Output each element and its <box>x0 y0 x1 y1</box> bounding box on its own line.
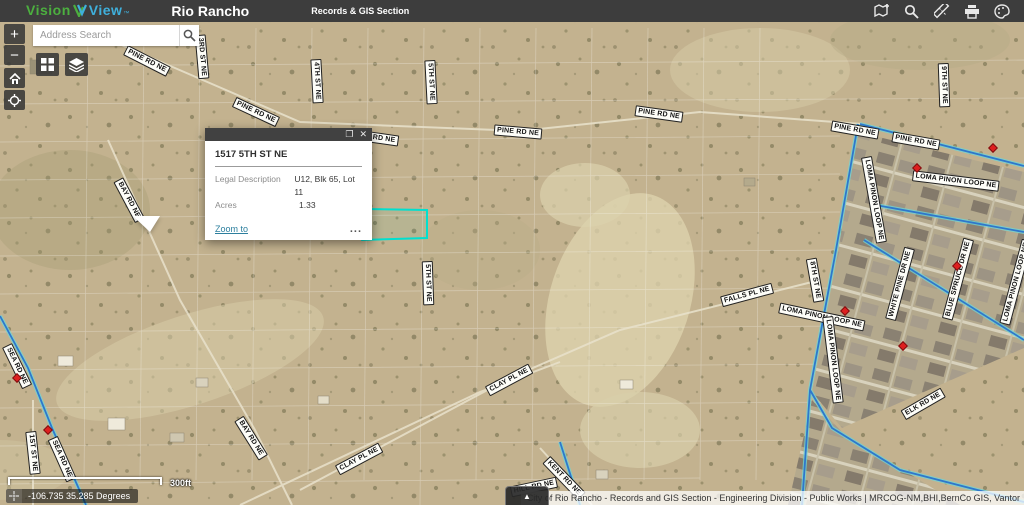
vision-view-logo: Vision View ™ <box>26 2 129 20</box>
attribute-row: Acres 1.33 <box>215 199 362 212</box>
street-label: 4TH ST NE <box>310 59 323 103</box>
toolbar <box>873 0 1010 22</box>
logo-text-view: View <box>89 2 123 18</box>
attribute-table-expander[interactable]: ▲ <box>505 486 549 505</box>
basemap-gallery-button[interactable] <box>36 53 59 76</box>
street-label: 5TH ST NE <box>424 60 437 104</box>
attribute-label: Legal Description <box>215 173 294 199</box>
street-label: 9TH ST NE <box>938 63 951 107</box>
popup-body: 1517 5TH ST NE Legal Description U12, Bl… <box>205 141 372 240</box>
more-options-button[interactable]: ... <box>350 226 362 232</box>
aerial-map[interactable] <box>0 0 1024 505</box>
map-attribution: City of Rio Rancho - Records and GIS Sec… <box>521 491 1024 505</box>
scale-label: 300ft <box>170 478 191 488</box>
attribute-value: 1.33 <box>299 199 316 212</box>
parcel-attributes: Legal Description U12, Blk 65, Lot 11 Ac… <box>215 173 362 212</box>
logo-text-vision: Vision <box>26 2 71 18</box>
locate-me-button[interactable] <box>4 90 25 110</box>
basemap-palette-icon[interactable] <box>993 3 1010 20</box>
layers-button[interactable] <box>65 53 88 76</box>
coordinates-readout: -106.735 35.285 Degrees <box>28 491 130 501</box>
gis-application: PINE RD NE3RD ST NEPINE RD NE4TH ST NE5T… <box>0 0 1024 505</box>
close-icon[interactable]: ✕ <box>359 130 367 139</box>
attribute-row: Legal Description U12, Blk 65, Lot 11 <box>215 173 362 199</box>
parcel-info-popup: ❐ ✕ 1517 5TH ST NE Legal Description U12… <box>205 128 372 240</box>
logo-trademark: ™ <box>123 11 129 17</box>
scale-bar <box>8 477 162 485</box>
chevron-up-icon: ▲ <box>523 492 531 501</box>
zoom-out-button[interactable]: − <box>4 45 25 65</box>
page-subtitle: Records & GIS Section <box>311 6 409 16</box>
attribute-value: U12, Blk 65, Lot 11 <box>294 173 362 199</box>
address-search <box>33 25 199 46</box>
search-input[interactable] <box>33 25 179 46</box>
top-bar: Vision View ™ Rio Rancho Records & GIS S… <box>0 0 1024 22</box>
search-submit-button[interactable] <box>179 25 199 46</box>
coordinate-widget: -106.735 35.285 Degrees <box>6 489 138 503</box>
parcel-address-title: 1517 5TH ST NE <box>215 149 362 167</box>
popup-header: ❐ ✕ <box>205 128 372 141</box>
home-button[interactable] <box>4 68 25 88</box>
dock-icon[interactable]: ❐ <box>345 130 353 139</box>
crosshair-icon[interactable] <box>6 489 22 503</box>
popup-footer: Zoom to ... <box>215 224 362 234</box>
add-map-icon[interactable] <box>873 3 890 20</box>
zoom-in-button[interactable]: + <box>4 24 25 44</box>
zoom-controls: + − <box>4 24 25 66</box>
attribute-label: Acres <box>215 199 299 212</box>
logo-v-icon <box>73 4 87 22</box>
print-icon[interactable] <box>963 3 980 20</box>
search-icon[interactable] <box>903 3 920 20</box>
street-label: 5TH ST NE <box>422 261 435 305</box>
zoom-to-link[interactable]: Zoom to <box>215 224 248 234</box>
measure-icon[interactable] <box>933 3 950 20</box>
popup-pointer <box>133 216 160 232</box>
page-title: Rio Rancho <box>171 3 249 19</box>
